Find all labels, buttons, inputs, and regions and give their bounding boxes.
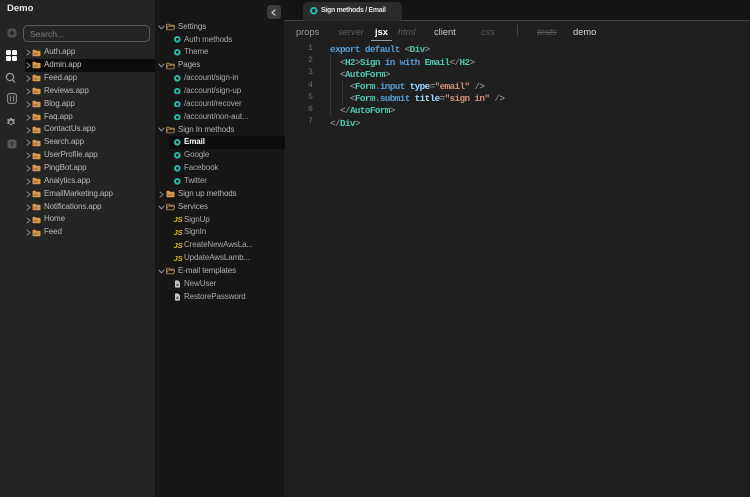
svg-text:?: ? xyxy=(10,141,14,148)
